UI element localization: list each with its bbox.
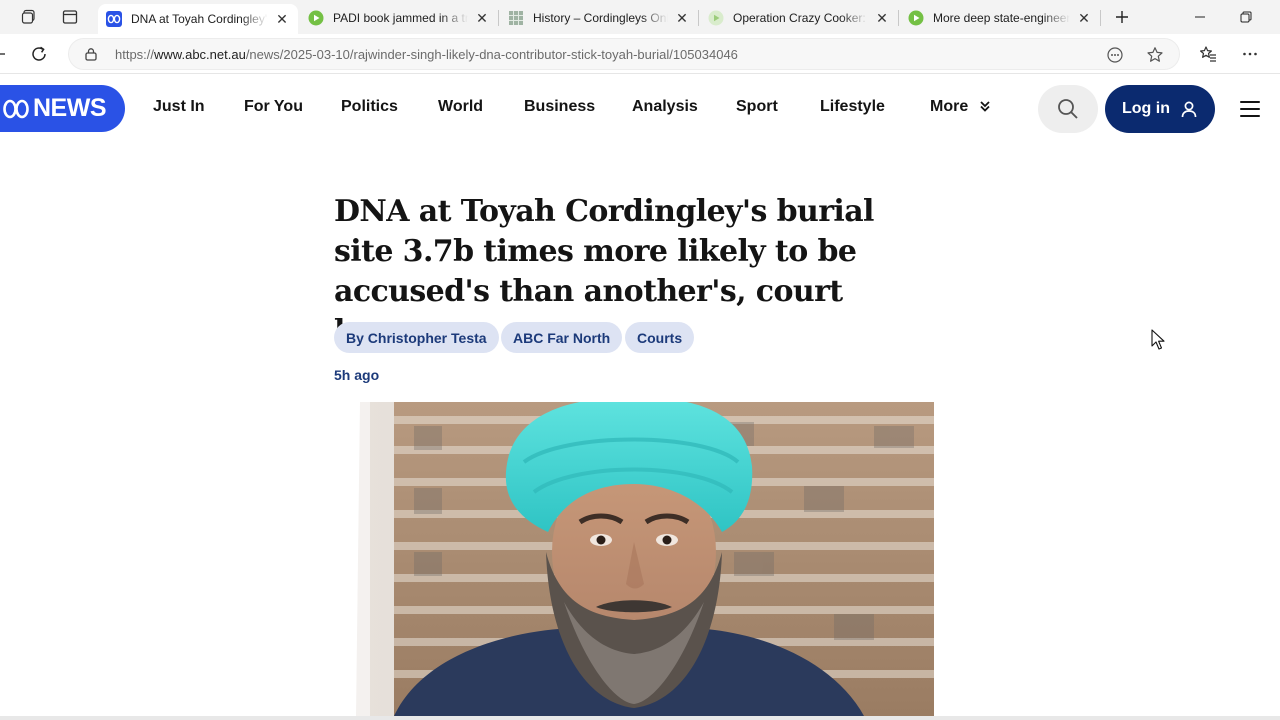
location-tag[interactable]: ABC Far North [501,322,623,353]
login-label: Log in [1122,100,1170,117]
back-icon[interactable] [0,42,8,66]
tab-deep-state[interactable]: More deep state-engineere ✕ [900,4,1100,32]
nav-sport[interactable]: Sport [736,98,778,116]
tab-separator [698,10,699,26]
search-icon [1058,99,1078,119]
rumble-play-icon [708,10,724,26]
nav-more-label: More [930,98,969,115]
close-tab-icon[interactable]: ✕ [274,11,290,27]
tab-separator [898,10,899,26]
more-options-icon[interactable] [1238,42,1262,66]
tab-title: PADI book jammed in a tre [333,11,468,25]
portrait-photo [334,402,934,716]
article-hero-image [334,402,934,716]
tab-title: Operation Crazy Cooker: M [733,11,868,25]
tab-padi-book[interactable]: PADI book jammed in a tre ✕ [300,4,498,32]
close-tab-icon[interactable]: ✕ [874,10,890,26]
nav-for-you[interactable]: For You [244,98,303,116]
menu-bar [1240,115,1260,117]
nav-world[interactable]: World [438,98,483,116]
abc-lissajous-icon [3,99,29,118]
tab-operation-crazy-cooker[interactable]: Operation Crazy Cooker: M ✕ [700,4,898,32]
tab-title: DNA at Toyah Cordingley's [131,12,268,26]
url-path: /news/2025-03-10/rajwinder-singh-likely-… [245,47,738,62]
abc-news-icon [106,11,122,27]
site-header: NEWS Just In For You Politics World Busi… [0,75,1280,143]
browser-tab-strip: DNA at Toyah Cordingley's ✕ PADI book ja… [0,0,1280,34]
mouse-pointer-icon [1151,329,1165,350]
author-tag[interactable]: By Christopher Testa [334,322,499,353]
tab-abc-article[interactable]: DNA at Toyah Cordingley's ✕ [98,4,298,34]
refresh-icon[interactable] [27,42,51,66]
topic-tag[interactable]: Courts [625,322,695,353]
tab-title: History – Cordingleys Onli [533,11,668,25]
tab-separator [498,10,499,26]
menu-bar [1240,108,1260,110]
favorites-icon[interactable] [1196,42,1220,66]
minimize-icon[interactable] [1178,4,1222,30]
window-bottom-edge [0,716,1280,720]
tab-title: More deep state-engineere [933,11,1070,25]
nav-analysis[interactable]: Analysis [632,98,698,116]
search-button[interactable] [1038,85,1098,133]
lock-icon[interactable] [84,47,98,61]
nav-politics[interactable]: Politics [341,98,398,116]
favorite-star-icon[interactable] [1145,45,1165,65]
menu-bar [1240,101,1260,103]
user-icon [1181,101,1197,118]
logo-wordmark: NEWS [33,94,107,122]
login-button[interactable]: Log in [1105,85,1215,133]
reader-mode-icon[interactable] [1105,45,1125,65]
article-timestamp: 5h ago [334,367,380,383]
abc-news-logo[interactable]: NEWS [0,85,125,132]
workspaces-icon[interactable] [18,6,40,28]
url-host: www.abc.net.au [154,47,246,62]
url-text: https://www.abc.net.au/news/2025-03-10/r… [115,47,738,62]
tab-history-cordingleys[interactable]: History – Cordingleys Onli ✕ [500,4,698,32]
tab-separator [1100,10,1101,26]
restore-icon[interactable] [1224,4,1268,30]
double-chevron-down-icon [980,101,990,112]
nav-more[interactable]: More [930,98,991,116]
rumble-play-icon [308,10,324,26]
tab-actions-icon[interactable] [59,6,81,28]
hamburger-menu-icon[interactable] [1240,99,1260,119]
url-scheme: https:// [115,47,155,62]
close-tab-icon[interactable]: ✕ [674,10,690,26]
browser-toolbar: https://www.abc.net.au/news/2025-03-10/r… [0,34,1280,74]
rumble-play-icon [908,10,924,26]
close-tab-icon[interactable]: ✕ [474,10,490,26]
address-bar[interactable]: https://www.abc.net.au/news/2025-03-10/r… [68,38,1180,70]
nav-business[interactable]: Business [524,98,595,116]
grid-site-icon [508,10,524,26]
close-tab-icon[interactable]: ✕ [1076,10,1092,26]
nav-lifestyle[interactable]: Lifestyle [820,98,885,116]
nav-just-in[interactable]: Just In [153,98,205,116]
new-tab-icon[interactable] [1111,6,1133,28]
